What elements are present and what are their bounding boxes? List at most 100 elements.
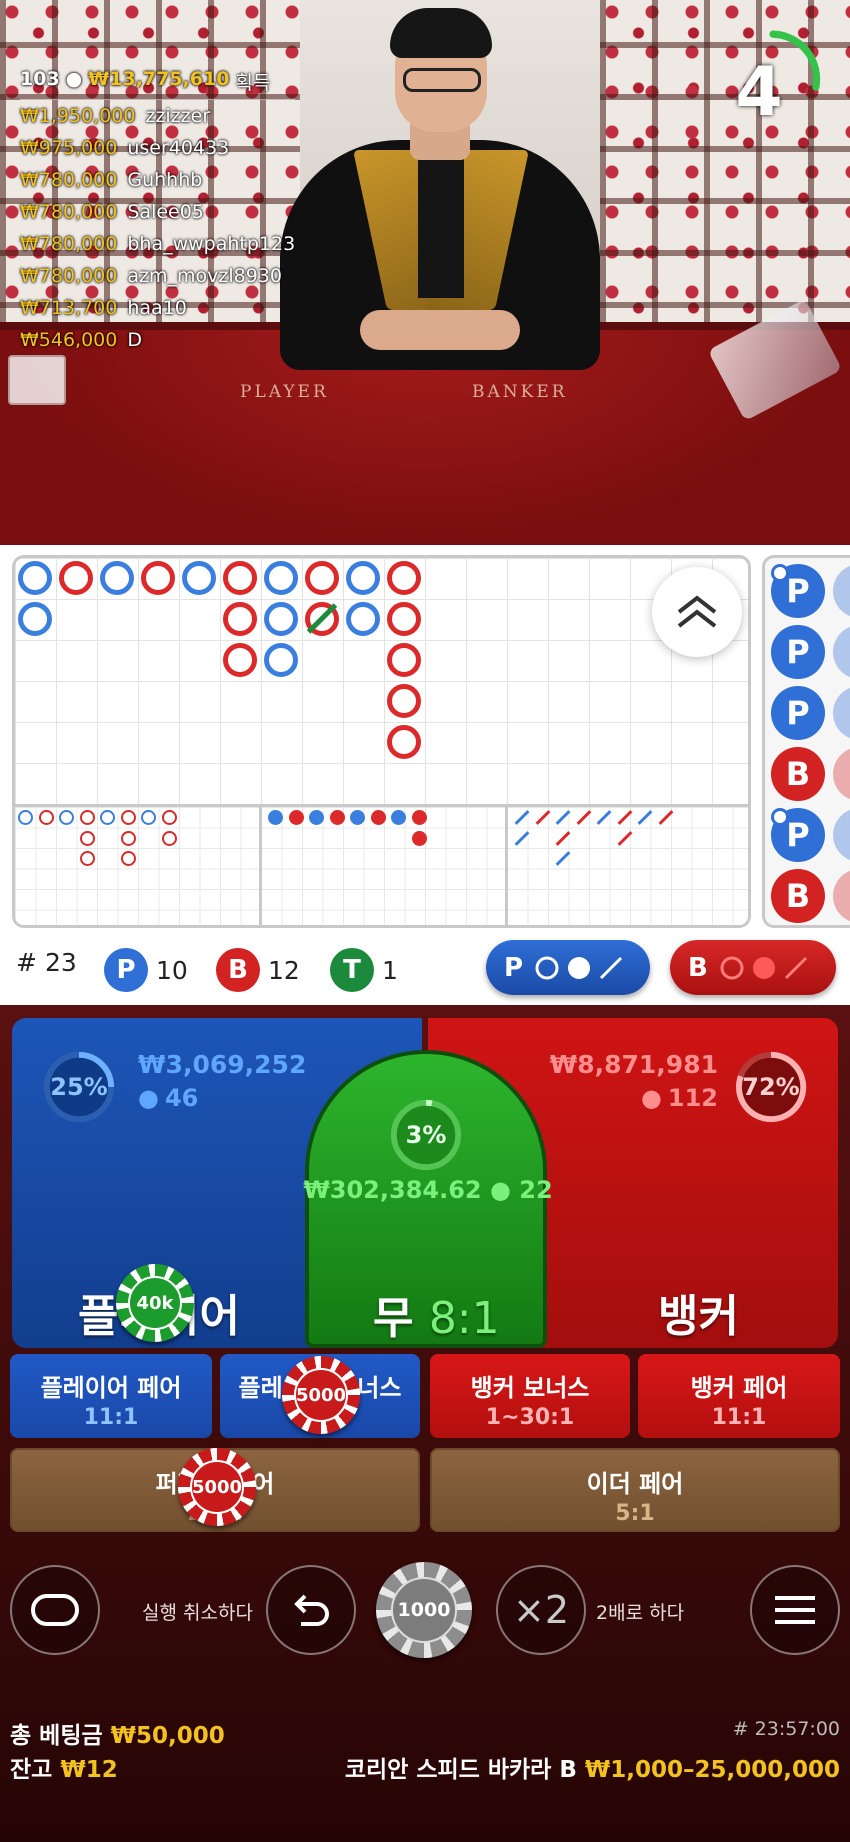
big-eye-mark [161, 810, 177, 825]
big-road[interactable] [12, 555, 751, 928]
round-id: # 23:57:00 [732, 1718, 840, 1740]
banker-win-mark [59, 561, 93, 595]
winner-amount: ₩546,000 [20, 329, 118, 351]
banker-bonus-bet[interactable]: 뱅커 보너스 1~30:1 [430, 1354, 630, 1438]
big-eye-mark [79, 830, 95, 846]
cockroach-mark [555, 830, 571, 846]
player-wins-count: 10 [156, 955, 188, 985]
tie-bet-spot[interactable]: 3% ₩302,384.62 ● 22 무 8:1 [303, 1050, 553, 1348]
cockroach-mark [637, 810, 653, 825]
rounds-hash: # [16, 948, 37, 977]
bead-next-column [833, 686, 850, 740]
balance-label: 잔고 [10, 1757, 53, 1783]
bead-player: P [771, 625, 825, 679]
table-label-banker: BANKER [472, 382, 568, 402]
small-road-mark [268, 810, 283, 825]
winner-row: ₩546,000 D [20, 324, 295, 356]
table-limits: ₩1,000–25,000,000 [584, 1757, 840, 1783]
winner-row: ₩780,000 bha_wwpahtp123 [20, 228, 295, 260]
predict-banker-button[interactable]: B [670, 940, 836, 995]
winner-row: ₩780,000 Guhhhb [20, 164, 295, 196]
winners-count: 103 [20, 68, 60, 90]
winner-name: Salee05 [127, 201, 204, 223]
small-road-mark [288, 810, 304, 825]
banker-win-mark [141, 561, 175, 595]
pair-marker-icon [771, 808, 789, 826]
winner-row: ₩975,000 user40433 [20, 132, 295, 164]
table-label-player: PLAYER [240, 382, 329, 402]
cockroach-mark [617, 810, 632, 825]
banker-pair-bet[interactable]: 뱅커 페어 11:1 [638, 1354, 840, 1438]
dealer [270, 0, 610, 370]
player-win-mark [18, 561, 52, 595]
chip-40k[interactable]: 40k [116, 1264, 194, 1342]
cockroach-mark [514, 830, 530, 846]
banker-win-mark [223, 643, 257, 677]
live-video-stream: PLAYER BANKER 103 ● ₩13,775,610 획득 ₩1,95… [0, 0, 850, 545]
big-eye-mark [120, 830, 136, 846]
tie-bettor-count: 22 [519, 1176, 553, 1204]
double-button[interactable]: ×2 [496, 1565, 586, 1655]
big-eye-mark [161, 830, 177, 846]
tie-odds: 8:1 [428, 1293, 500, 1344]
total-bet-label: 총 베팅금 [10, 1723, 103, 1749]
winner-name: haa10 [127, 297, 187, 319]
winner-name: azm_movzl8930 [127, 265, 282, 287]
predict-banker-label: B [688, 952, 708, 983]
banker-win-mark [387, 602, 421, 636]
selected-chip[interactable]: 1000 [376, 1562, 472, 1658]
player-win-mark [264, 643, 298, 677]
player-pair-label: 플레이어 페어 [40, 1374, 182, 1402]
big-eye-mark [100, 810, 115, 825]
banker-bettor-count: 112 [667, 1084, 718, 1112]
winners-header: 103 ● ₩13,775,610 획득 [20, 68, 296, 100]
bead-next-column [833, 625, 850, 679]
big-eye-mark [120, 810, 136, 825]
winner-name: bha_wwpahtp123 [127, 233, 296, 255]
winner-amount: ₩780,000 [20, 201, 118, 223]
chip-5000[interactable]: 5000 [178, 1448, 256, 1526]
cockroach-mark [576, 810, 591, 825]
small-road-mark [411, 810, 427, 825]
derived-roads [15, 804, 748, 925]
small-road-mark [329, 810, 345, 825]
menu-button[interactable] [750, 1565, 840, 1655]
collapse-roadmap-button[interactable] [652, 567, 742, 657]
undo-icon [294, 1594, 329, 1626]
tie-label: 무 [373, 1293, 414, 1344]
banker-pair-odds: 11:1 [711, 1405, 767, 1430]
player-win-mark [264, 561, 298, 595]
double-label: 2배로 하다 [596, 1602, 685, 1624]
video-toggle-button[interactable] [10, 1565, 100, 1655]
bead-next-column [833, 747, 850, 801]
cockroach-mark [555, 810, 571, 825]
player-win-mark [264, 602, 298, 636]
round-timer: 4 [735, 53, 783, 132]
predict-player-button[interactable]: P [486, 940, 650, 995]
hamburger-icon [775, 1596, 815, 1624]
bead-plate[interactable]: PPPBPB [762, 555, 850, 928]
banker-win-mark [223, 561, 257, 595]
bead-next-column [833, 564, 850, 618]
bead-next-column [833, 808, 850, 862]
winner-row: ₩780,000 Salee05 [20, 196, 295, 228]
winner-name: user40433 [127, 137, 230, 159]
small-road-mark [309, 810, 324, 825]
winners-total: ₩13,775,610 [88, 68, 230, 90]
player-pair-bet[interactable]: 플레이어 페어 11:1 [10, 1354, 212, 1438]
banker-percent: 72% [742, 1073, 800, 1101]
chip-5000[interactable]: 5000 [282, 1356, 360, 1434]
undo-button[interactable] [266, 1565, 356, 1655]
either-pair-bet[interactable]: 이더 페어 5:1 [430, 1448, 840, 1532]
prediction-marks-icon [720, 956, 807, 979]
total-bet-value: ₩50,000 [110, 1723, 225, 1749]
table-name: 코리안 스피드 바카라 B [344, 1757, 577, 1783]
pair-marker-icon [771, 564, 789, 582]
bead-banker: B [771, 869, 825, 923]
undo-label: 실행 취소하다 [142, 1602, 253, 1624]
chip-value: 5000 [294, 1368, 348, 1422]
cockroach-mark [514, 810, 530, 825]
bead-next-column [833, 869, 850, 923]
cockroach-mark [535, 810, 550, 825]
cockroach-mark [555, 851, 571, 866]
